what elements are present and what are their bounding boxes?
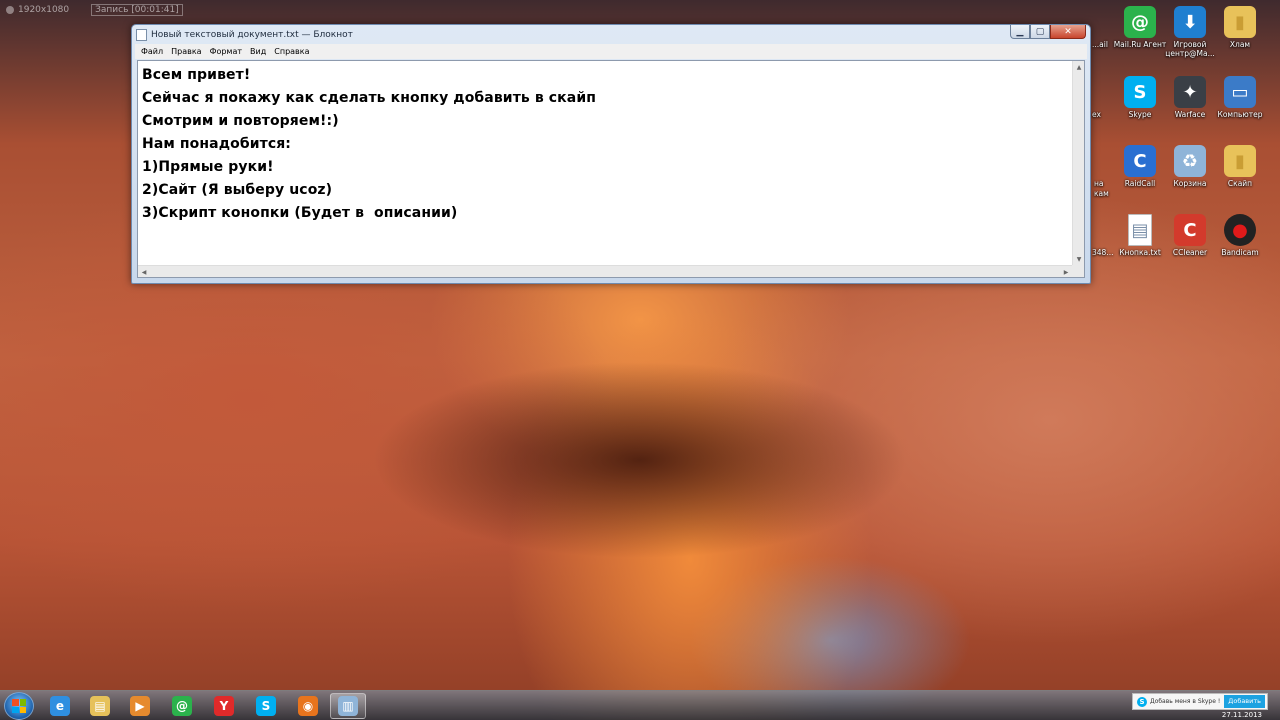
explorer-icon: ▤ bbox=[90, 696, 110, 716]
clock[interactable]: 27.11.2013 bbox=[1222, 711, 1262, 719]
desktop-icon[interactable]: ▮ Хлам bbox=[1208, 6, 1272, 49]
taskbar-button[interactable]: S bbox=[248, 693, 284, 719]
horizontal-scrollbar[interactable]: ◀ ▶ bbox=[138, 265, 1072, 277]
partial-icon-label: ...ail bbox=[1092, 40, 1108, 49]
menu-bar: Файл Правка Формат Вид Справка bbox=[135, 44, 1087, 59]
desktop-icon-label: Skype bbox=[1128, 110, 1152, 119]
maximize-button[interactable]: ▢ bbox=[1030, 25, 1050, 39]
desktop-icon-label: Хлам bbox=[1229, 40, 1251, 49]
window-title: Новый текстовый документ.txt — Блокнот bbox=[151, 29, 353, 40]
desktop-icon-label: Компьютер bbox=[1217, 110, 1263, 119]
taskbar-button[interactable]: ▶ bbox=[122, 693, 158, 719]
text-line: Смотрим и повторяем!:) bbox=[142, 113, 339, 129]
desktop-icon-label: CCleaner bbox=[1172, 248, 1208, 257]
desktop-icon-label: Скайп bbox=[1227, 179, 1253, 188]
taskbar-button[interactable]: ▤ bbox=[82, 693, 118, 719]
vertical-scrollbar[interactable]: ▲ ▼ bbox=[1072, 61, 1084, 265]
taskbar-button[interactable]: Y bbox=[206, 693, 242, 719]
desktop-icon-label: Кнопка.txt bbox=[1119, 248, 1161, 257]
mail-agent-icon: @ bbox=[1124, 6, 1156, 38]
desktop-icon[interactable]: ● Bandicam bbox=[1208, 214, 1272, 257]
warface-icon: ✦ bbox=[1174, 76, 1206, 108]
media-player-icon: ▶ bbox=[130, 696, 150, 716]
menu-format[interactable]: Формат bbox=[210, 47, 242, 56]
desktop-icon-label: Bandicam bbox=[1221, 248, 1259, 257]
windows-logo-icon bbox=[12, 699, 26, 713]
scroll-left-icon[interactable]: ◀ bbox=[138, 266, 150, 278]
text-line: 1)Прямые руки! bbox=[142, 159, 274, 175]
desktop-icon-label: Корзина bbox=[1173, 179, 1207, 188]
skype-icon: S bbox=[1137, 696, 1147, 707]
resolution-label: 1920x1080 bbox=[6, 5, 69, 15]
camera-icon bbox=[6, 5, 14, 14]
add-button[interactable]: Добавить bbox=[1224, 695, 1265, 708]
minimize-button[interactable]: ▁ bbox=[1010, 25, 1030, 39]
desktop-icon[interactable]: ▮ Скайп bbox=[1208, 145, 1272, 188]
desktop-icon-label: RaidCall bbox=[1124, 179, 1156, 188]
ccleaner-icon: C bbox=[1174, 214, 1206, 246]
mail-agent-icon: @ bbox=[172, 696, 192, 716]
partial-icon-label: ex bbox=[1092, 110, 1101, 119]
scroll-corner bbox=[1072, 265, 1084, 277]
scroll-down-icon[interactable]: ▼ bbox=[1073, 253, 1085, 265]
computer-icon: ▭ bbox=[1224, 76, 1256, 108]
folder-icon: ▮ bbox=[1224, 6, 1256, 38]
folder-icon: ▮ bbox=[1224, 145, 1256, 177]
menu-edit[interactable]: Правка bbox=[171, 47, 201, 56]
firefox-icon: ◉ bbox=[298, 696, 318, 716]
start-button[interactable] bbox=[4, 692, 34, 720]
taskbar-button[interactable]: e bbox=[42, 693, 78, 719]
recording-status: Запись [00:01:41] bbox=[91, 4, 183, 16]
notification-text: Добавь меня в Skype ! bbox=[1150, 698, 1221, 705]
close-button[interactable]: ✕ bbox=[1050, 25, 1086, 39]
text-line: 2)Сайт (Я выберу ucoz) bbox=[142, 182, 333, 198]
text-line: Сейчас я покажу как сделать кнопку добав… bbox=[142, 90, 597, 106]
skype-notification[interactable]: S Добавь меня в Skype ! Добавить bbox=[1132, 693, 1268, 710]
menu-file[interactable]: Файл bbox=[141, 47, 163, 56]
text-line: Нам понадобится: bbox=[142, 136, 292, 152]
desktop-icon[interactable]: ▭ Компьютер bbox=[1208, 76, 1272, 119]
title-bar[interactable]: Новый текстовый документ.txt — Блокнот ▁… bbox=[132, 25, 1090, 44]
notepad-icon: ▥ bbox=[338, 696, 358, 716]
desktop-icon-label: Warface bbox=[1174, 110, 1206, 119]
text-line: Всем привет! bbox=[142, 67, 251, 83]
partial-icon-label: кам bbox=[1094, 189, 1109, 198]
text-line: 3)Скрипт конопки (Будет в описании) bbox=[142, 205, 458, 221]
menu-view[interactable]: Вид bbox=[250, 47, 266, 56]
window-controls: ▁ ▢ ✕ bbox=[1010, 25, 1086, 39]
recording-overlay: 1920x1080 Запись [00:01:41] bbox=[6, 4, 183, 16]
text-area[interactable]: Всем привет! Сейчас я покажу как сделать… bbox=[138, 61, 1072, 265]
notepad-window[interactable]: Новый текстовый документ.txt — Блокнот ▁… bbox=[131, 24, 1091, 284]
scroll-up-icon[interactable]: ▲ bbox=[1073, 61, 1085, 73]
skype-icon: S bbox=[1124, 76, 1156, 108]
bandicam-icon: ● bbox=[1224, 214, 1256, 246]
internet-explorer-icon: e bbox=[50, 696, 70, 716]
taskbar: e ▤ ▶ @ Y S ◉ ▥ S Добавь меня в Skype ! Добавит… bbox=[0, 690, 1280, 720]
taskbar-button[interactable]: @ bbox=[164, 693, 200, 719]
text-editor[interactable]: Всем привет! Сейчас я покажу как сделать… bbox=[137, 60, 1085, 278]
raidcall-icon: C bbox=[1124, 145, 1156, 177]
taskbar-button[interactable]: ◉ bbox=[290, 693, 326, 719]
skype-icon: S bbox=[256, 696, 276, 716]
scroll-right-icon[interactable]: ▶ bbox=[1060, 266, 1072, 278]
taskbar-button[interactable]: ▥ bbox=[330, 693, 366, 719]
notepad-app-icon bbox=[136, 28, 147, 41]
game-center-icon: ⬇ bbox=[1174, 6, 1206, 38]
text-file-icon: ▤ bbox=[1128, 214, 1152, 246]
menu-help[interactable]: Справка bbox=[274, 47, 309, 56]
yandex-browser-icon: Y bbox=[214, 696, 234, 716]
partial-icon-label: на bbox=[1094, 179, 1104, 188]
partial-icon-label: 348... bbox=[1092, 248, 1114, 257]
recycle-bin-icon: ♻ bbox=[1174, 145, 1206, 177]
